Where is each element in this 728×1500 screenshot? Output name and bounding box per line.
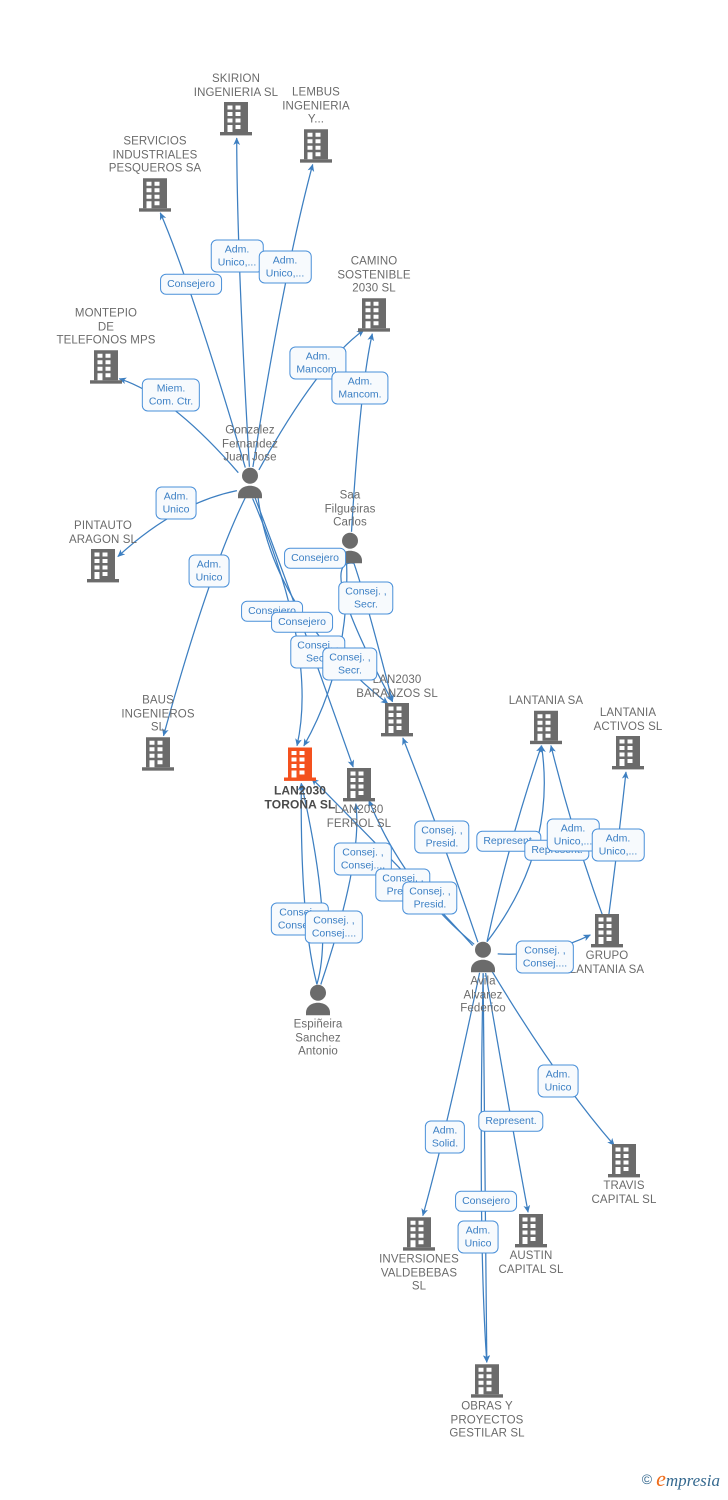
edge-relation-label[interactable]: Consej. , Presid. — [414, 820, 470, 854]
node-label: TRAVIS CAPITAL SL — [591, 1180, 657, 1206]
building-icon — [299, 128, 333, 164]
graph-node-espineira[interactable]: Espiñeira Sanchez Antonio — [253, 983, 383, 1059]
node-label: LANTANIA ACTIVOS SL — [593, 707, 663, 733]
building-icon — [138, 177, 172, 213]
building-icon — [141, 736, 175, 772]
edge-relation-label[interactable]: Represent. — [478, 1110, 544, 1132]
relationship-graph-canvas: SKIRION INGENIERIA SL LEMBUS INGENIERIA Y… — [0, 0, 728, 1500]
edge-relation-label[interactable]: Consej. , Presid. — [402, 881, 458, 915]
node-label: Gonzalez Fernandez Juan Jose — [222, 424, 278, 464]
edge-relation-label[interactable]: Consejero — [284, 547, 346, 569]
graph-node-montepio[interactable]: MONTEPIO DE TELEFONOS MPS — [41, 307, 171, 385]
edge-relation-label[interactable]: Adm. Unico,... — [258, 250, 312, 284]
edge-relation-label[interactable]: Adm. Unico — [155, 486, 197, 520]
edge-relation-label[interactable]: Consej. , Secr. — [322, 647, 378, 681]
building-icon — [219, 101, 253, 137]
edge-relation-label[interactable]: Consejero — [160, 273, 222, 295]
building-icon — [89, 349, 123, 385]
node-label: OBRAS Y PROYECTOS GESTILAR SL — [449, 1400, 525, 1440]
graph-node-camino[interactable]: CAMINO SOSTENIBLE 2030 SL — [309, 255, 439, 333]
person-icon — [234, 466, 266, 500]
edge-relation-label[interactable]: Consejero — [271, 611, 333, 633]
building-icon — [607, 1143, 641, 1179]
graph-node-lembus[interactable]: LEMBUS INGENIERIA Y... — [251, 86, 381, 164]
building-icon — [611, 735, 645, 771]
graph-node-servicios[interactable]: SERVICIOS INDUSTRIALES PESQUEROS SA — [90, 135, 220, 213]
edge-relation-label[interactable]: Adm. Unico,... — [210, 239, 264, 273]
building-icon — [514, 1213, 548, 1249]
graph-node-pintauto[interactable]: PINTAUTO ARAGON SL — [38, 520, 168, 584]
edge-relation-label[interactable]: Adm. Solid. — [424, 1120, 466, 1154]
edge-line — [482, 973, 491, 1363]
copyright-icon: © — [641, 1471, 653, 1487]
node-label: Espiñeira Sanchez Antonio — [293, 1018, 343, 1058]
edge-relation-label[interactable]: Consej. , Secr. — [338, 581, 394, 615]
graph-node-lantaniaact[interactable]: LANTANIA ACTIVOS SL — [563, 707, 693, 771]
edge-relation-label[interactable]: Adm. Unico — [188, 554, 230, 588]
building-icon — [402, 1216, 436, 1252]
building-icon — [470, 1363, 504, 1399]
edge-relation-label[interactable]: Consejero — [455, 1190, 517, 1212]
brand-name: empresia — [656, 1466, 720, 1491]
graph-node-lanbaranzos[interactable]: LAN2030 BARANZOS SL — [332, 674, 462, 738]
node-label: MONTEPIO DE TELEFONOS MPS — [56, 307, 156, 347]
person-icon — [302, 983, 334, 1017]
building-icon — [529, 709, 563, 745]
edge-relation-label[interactable]: Adm. Unico,... — [591, 828, 645, 862]
node-label: GRUPO LANTANIA SA — [569, 950, 645, 976]
graph-node-obras[interactable]: OBRAS Y PROYECTOS GESTILAR SL — [422, 1363, 552, 1441]
node-label: LEMBUS INGENIERIA Y... — [282, 86, 350, 126]
node-label: PINTAUTO ARAGON SL — [68, 520, 137, 546]
node-label: BAUS INGENIEROS SL — [121, 694, 195, 734]
edge-relation-label[interactable]: Consej. , Consej.... — [304, 910, 364, 944]
building-icon — [342, 767, 376, 803]
edge-line — [480, 973, 490, 1363]
graph-node-travis[interactable]: TRAVIS CAPITAL SL — [559, 1143, 689, 1207]
building-icon — [86, 548, 120, 584]
graph-node-lanferrol[interactable]: LAN2030 FERROL SL — [294, 767, 424, 831]
node-label: Saa Filgueiras Carlos — [324, 489, 376, 529]
node-label: CAMINO SOSTENIBLE 2030 SL — [337, 255, 411, 295]
edge-line — [252, 163, 315, 468]
edge-relation-label[interactable]: Consej. , Consej.... — [515, 940, 575, 974]
node-label: AUSTIN CAPITAL SL — [498, 1250, 564, 1276]
node-label: Avila Alvarez Federico — [460, 975, 506, 1015]
edge-line — [233, 137, 251, 467]
building-icon — [357, 297, 391, 333]
node-label: INVERSIONES VALDEBEBAS SL — [379, 1253, 459, 1293]
edge-relation-label[interactable]: Adm. Mancom. — [331, 371, 389, 405]
person-icon — [467, 940, 499, 974]
node-label: SERVICIOS INDUSTRIALES PESQUEROS SA — [108, 135, 202, 175]
building-icon — [590, 913, 624, 949]
graph-node-baus[interactable]: BAUS INGENIEROS SL — [93, 694, 223, 772]
edge-relation-label[interactable]: Miem. Com. Ctr. — [141, 378, 201, 412]
building-icon — [380, 702, 414, 738]
node-label: LAN2030 FERROL SL — [326, 804, 392, 830]
edge-relation-label[interactable]: Adm. Unico — [537, 1064, 579, 1098]
empresia-watermark: © empresia — [642, 1466, 720, 1492]
edge-relation-label[interactable]: Adm. Unico — [457, 1220, 499, 1254]
